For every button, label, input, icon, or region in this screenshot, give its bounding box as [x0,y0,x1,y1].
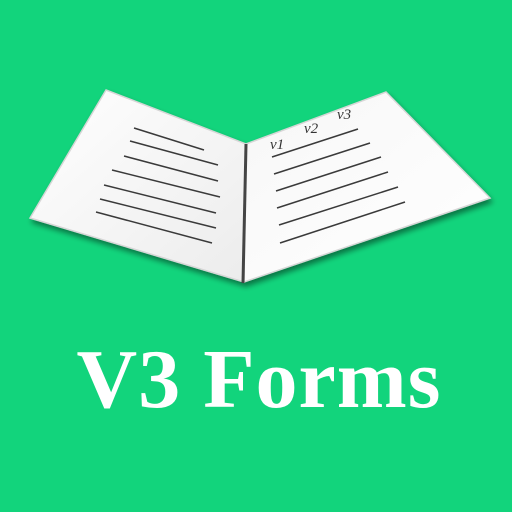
left-page [28,89,247,284]
column-label-v3: v3 [337,107,351,123]
column-label-v2: v2 [304,121,319,137]
app-icon: v1 v2 v3 V3 Forms [0,0,512,512]
app-title: V3 Forms [76,333,442,426]
column-label-v1: v1 [270,137,284,153]
open-book-icon: v1 v2 v3 [28,89,492,284]
right-page [243,91,492,284]
